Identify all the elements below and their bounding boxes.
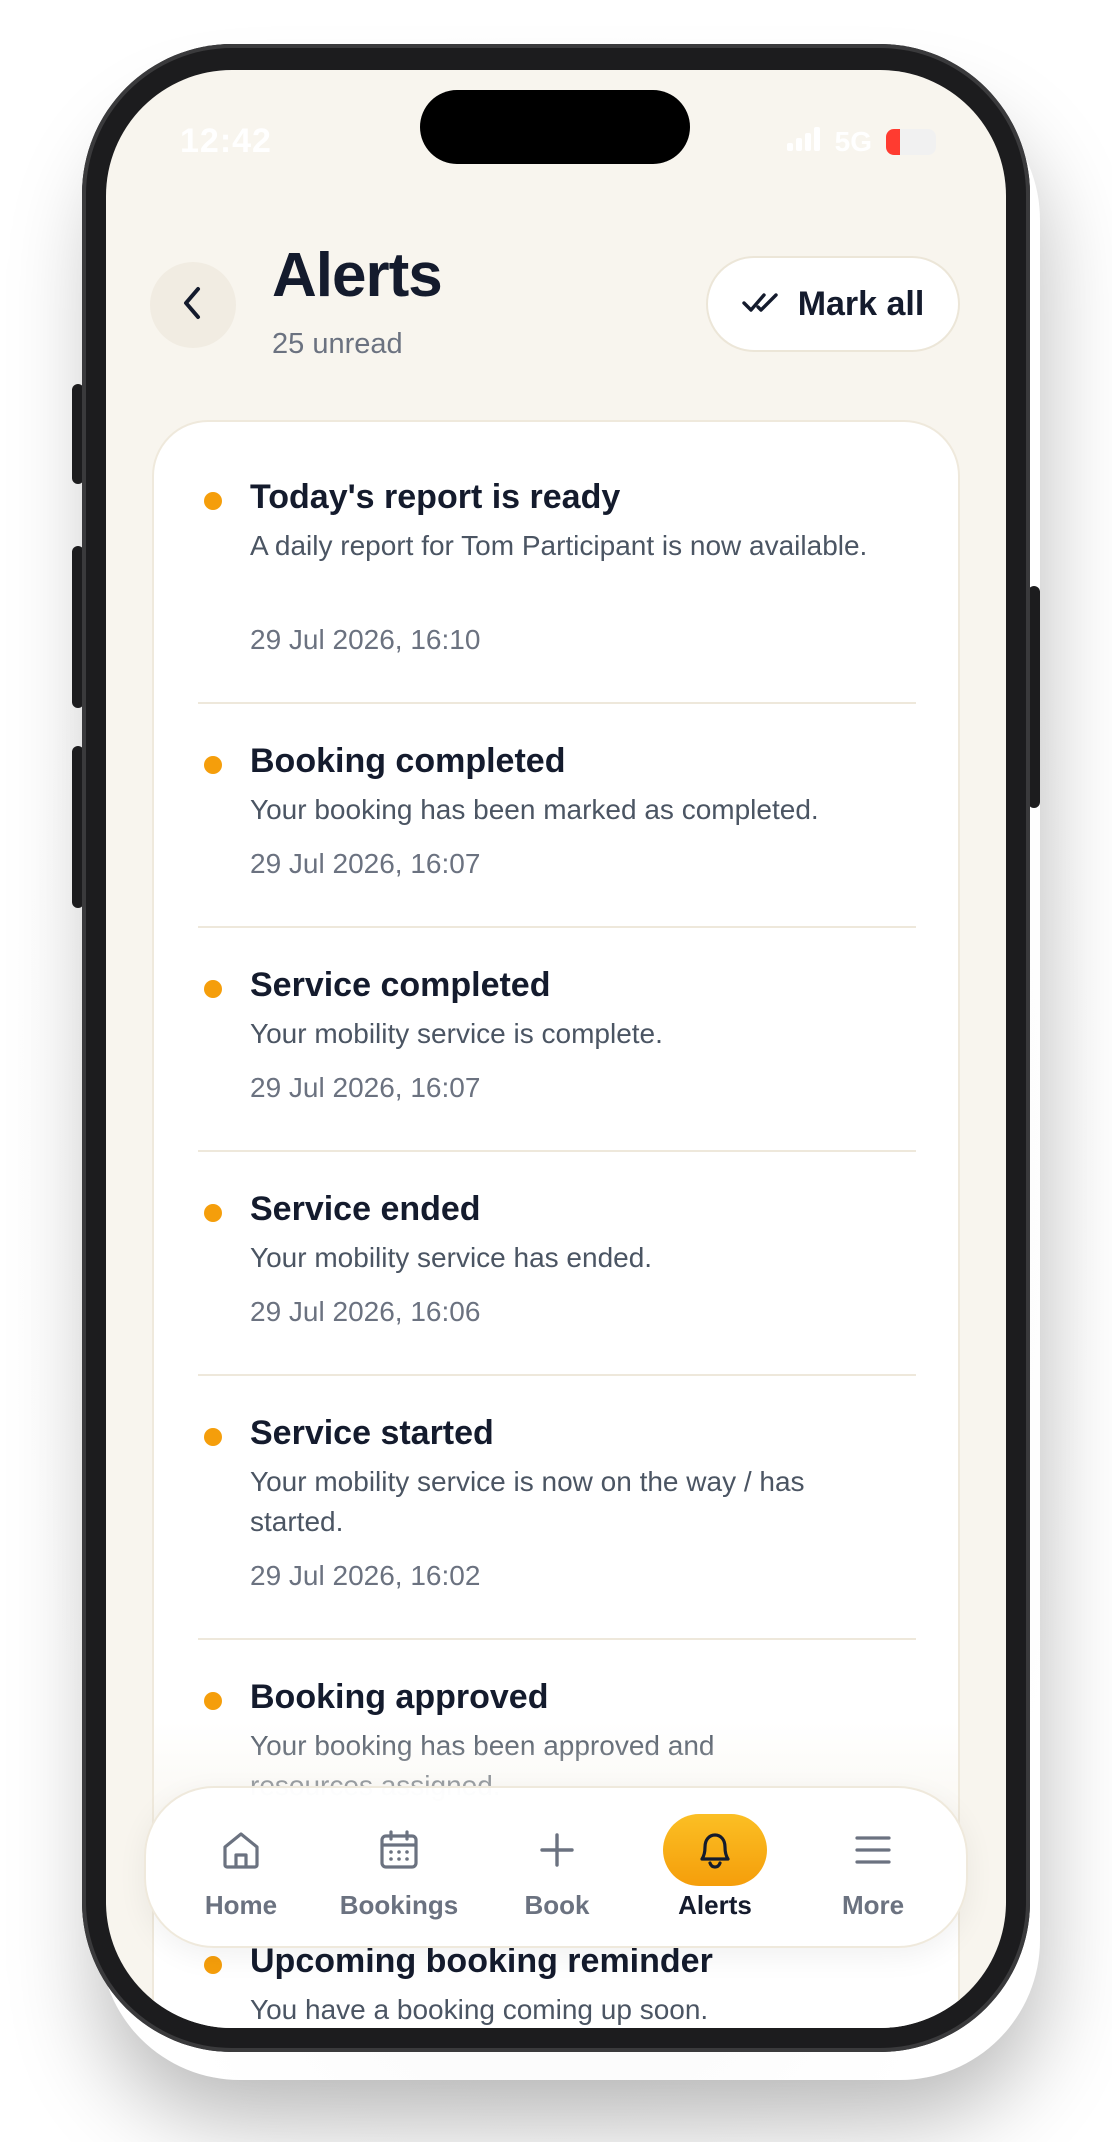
mark-all-button[interactable]: Mark all [706,256,960,352]
alert-time: 29 Jul 2026, 16:07 [250,1072,481,1103]
status-indicators: 5G [786,126,936,158]
bottom-tab-bar: Home Bookings Book Alerts More [144,1786,968,1948]
chevron-left-icon [178,285,208,326]
unread-dot [204,1956,222,1974]
alert-body: Your mobility service is complete. [250,1018,663,1049]
divider [198,1638,916,1640]
double-check-icon [741,290,780,319]
alert-body: Your booking has been marked as complete… [250,794,819,825]
page-title: Alerts [272,241,443,310]
divider [198,702,916,704]
status-time: 12:42 [180,122,272,160]
app-screen: 12:42 5G Alerts 25 unread Mark all Today… [106,70,1006,2028]
tab-label: Alerts [678,1890,752,1920]
calendar-icon [347,1814,451,1886]
alert-title: Booking completed [250,742,566,780]
unread-count: 25 unread [272,328,403,360]
alert-time: 29 Jul 2026, 16:02 [250,1560,481,1591]
signal-icon [786,126,821,158]
tab-alerts[interactable]: Alerts [640,1810,790,1930]
device-stage: 12:42 5G Alerts 25 unread Mark all Today… [0,0,1112,2142]
tab-label: Bookings [339,1890,459,1920]
unread-dot [204,1428,222,1446]
alert-body: Your mobility service has ended. [250,1242,653,1273]
home-icon [189,1814,293,1886]
alert-body: A daily report for Tom Participant is no… [250,530,868,561]
tab-label: Book [524,1890,590,1920]
divider [198,1374,916,1376]
tab-bookings[interactable]: Bookings [324,1810,474,1930]
alert-title: Service ended [250,1190,481,1228]
alert-body: You have a booking coming up soon. [250,1994,709,2025]
mark-all-label: Mark all [797,284,925,323]
unread-dot [204,1204,222,1222]
alert-item[interactable]: Service ended Your mobility service has … [198,1190,916,1360]
plus-icon [505,1814,609,1886]
battery-icon [886,129,936,155]
alert-item[interactable]: Booking completed Your booking has been … [198,742,916,912]
status-bar: 12:42 5G [106,70,1006,220]
alert-item[interactable]: Upcoming booking reminder You have a boo… [198,1942,916,2028]
network-label: 5G [834,126,872,157]
unread-dot [204,492,222,510]
tab-label: Home [204,1890,278,1920]
tab-book[interactable]: Book [482,1810,632,1930]
battery-level [886,129,900,155]
divider [198,1150,916,1152]
tab-home[interactable]: Home [166,1810,316,1930]
unread-dot [204,980,222,998]
back-button[interactable] [150,262,236,348]
alert-item[interactable]: Service completed Your mobility service … [198,966,916,1136]
alert-title: Today's report is ready [250,478,621,516]
alert-title: Booking approved [250,1678,549,1716]
alert-time: 29 Jul 2026, 16:06 [250,1296,481,1327]
alert-body: Your mobility service is now on the way … [250,1466,805,1537]
alert-time: 29 Jul 2026, 16:10 [250,624,481,655]
alert-item[interactable]: Today's report is ready A daily report f… [198,478,916,678]
alert-title: Service started [250,1414,494,1452]
dynamic-island [420,90,690,164]
menu-icon [821,1814,925,1886]
tab-label: More [841,1890,905,1920]
tab-more[interactable]: More [798,1810,948,1930]
unread-dot [204,756,222,774]
unread-dot [204,1692,222,1710]
divider [198,926,916,928]
alert-item[interactable]: Service started Your mobility service is… [198,1414,916,1614]
bell-icon [663,1814,767,1886]
alert-time: 29 Jul 2026, 16:07 [250,848,481,879]
alert-title: Service completed [250,966,551,1004]
